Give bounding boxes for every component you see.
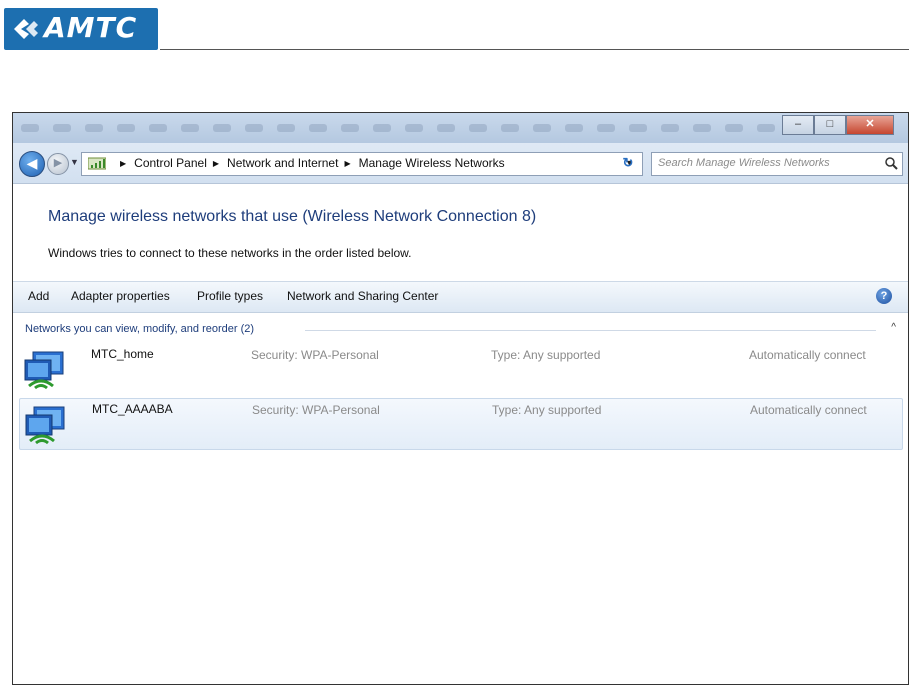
network-group-header: Networks you can view, modify, and reord… <box>25 322 896 337</box>
network-security: Security: WPA-Personal <box>251 348 379 362</box>
network-connect-mode: Automatically connect <box>750 403 867 417</box>
group-divider <box>305 330 876 331</box>
forward-arrow-icon[interactable]: ▶ <box>47 153 69 175</box>
adapter-properties-button[interactable]: Adapter properties <box>71 289 170 303</box>
network-sharing-center-button[interactable]: Network and Sharing Center <box>287 289 438 303</box>
network-type: Type: Any supported <box>491 348 601 362</box>
logo-text: AMTC <box>44 11 138 44</box>
manage-wireless-networks-window: – □ ✕ ◀ ▶ ▼ ▶ Control Panel ▶ Network and I… <box>12 112 909 685</box>
page-description: Windows tries to connect to these networ… <box>48 246 412 260</box>
wireless-network-icon <box>25 406 65 445</box>
breadcrumb-network-and-internet[interactable]: Network and Internet <box>227 156 338 170</box>
window-controls: – □ ✕ <box>782 115 894 135</box>
breadcrumb: ▶ Control Panel ▶ Network and Internet ▶ Mana… <box>114 156 505 170</box>
recent-pages-dropdown-icon[interactable]: ▼ <box>70 157 79 167</box>
page-title: Manage wireless networks that use (Wirel… <box>48 208 537 225</box>
back-arrow-icon[interactable]: ◀ <box>19 151 45 177</box>
search-box <box>651 152 903 176</box>
command-bar: Add Adapter properties Profile types Net… <box>13 281 908 313</box>
breadcrumb-arrow-icon[interactable]: ▶ <box>344 159 350 168</box>
network-connect-mode: Automatically connect <box>749 348 866 362</box>
address-bar[interactable]: ▶ Control Panel ▶ Network and Internet ▶ Mana… <box>81 152 643 176</box>
wireless-network-icon <box>24 351 64 390</box>
network-row-selected[interactable]: MTC_AAAABA Security: WPA-Personal Type: … <box>19 398 903 450</box>
breadcrumb-control-panel[interactable]: Control Panel <box>134 156 207 170</box>
close-button[interactable]: ✕ <box>846 115 894 135</box>
logo-mark-icon <box>14 19 38 39</box>
minimize-button[interactable]: – <box>782 115 814 135</box>
amtc-logo: AMTC <box>4 8 158 50</box>
network-type: Type: Any supported <box>492 403 602 417</box>
search-input[interactable] <box>652 153 878 173</box>
header-divider <box>160 49 909 50</box>
breadcrumb-arrow-icon[interactable]: ▶ <box>120 159 126 168</box>
title-bar-blur <box>13 121 807 135</box>
refresh-icon[interactable]: ↻ <box>616 152 640 174</box>
network-row[interactable]: MTC_home Security: WPA-Personal Type: An… <box>19 344 901 394</box>
search-icon[interactable] <box>884 156 898 170</box>
title-bar: – □ ✕ <box>13 113 908 143</box>
content-area: Manage wireless networks that use (Wirel… <box>13 184 908 684</box>
network-location-icon <box>88 157 106 170</box>
profile-types-button[interactable]: Profile types <box>197 289 263 303</box>
network-name: MTC_home <box>91 347 154 361</box>
navigation-bar: ◀ ▶ ▼ ▶ Control Panel ▶ Network and Interne… <box>13 143 908 184</box>
help-icon[interactable]: ? <box>876 288 892 304</box>
breadcrumb-manage-wireless-networks[interactable]: Manage Wireless Networks <box>359 156 505 170</box>
collapse-chevron-icon[interactable]: ^ <box>891 322 896 333</box>
network-security: Security: WPA-Personal <box>252 403 380 417</box>
group-label: Networks you can view, modify, and reord… <box>25 323 261 335</box>
maximize-button[interactable]: □ <box>814 115 846 135</box>
network-name: MTC_AAAABA <box>92 402 173 416</box>
breadcrumb-arrow-icon[interactable]: ▶ <box>213 159 219 168</box>
add-button[interactable]: Add <box>28 289 49 303</box>
